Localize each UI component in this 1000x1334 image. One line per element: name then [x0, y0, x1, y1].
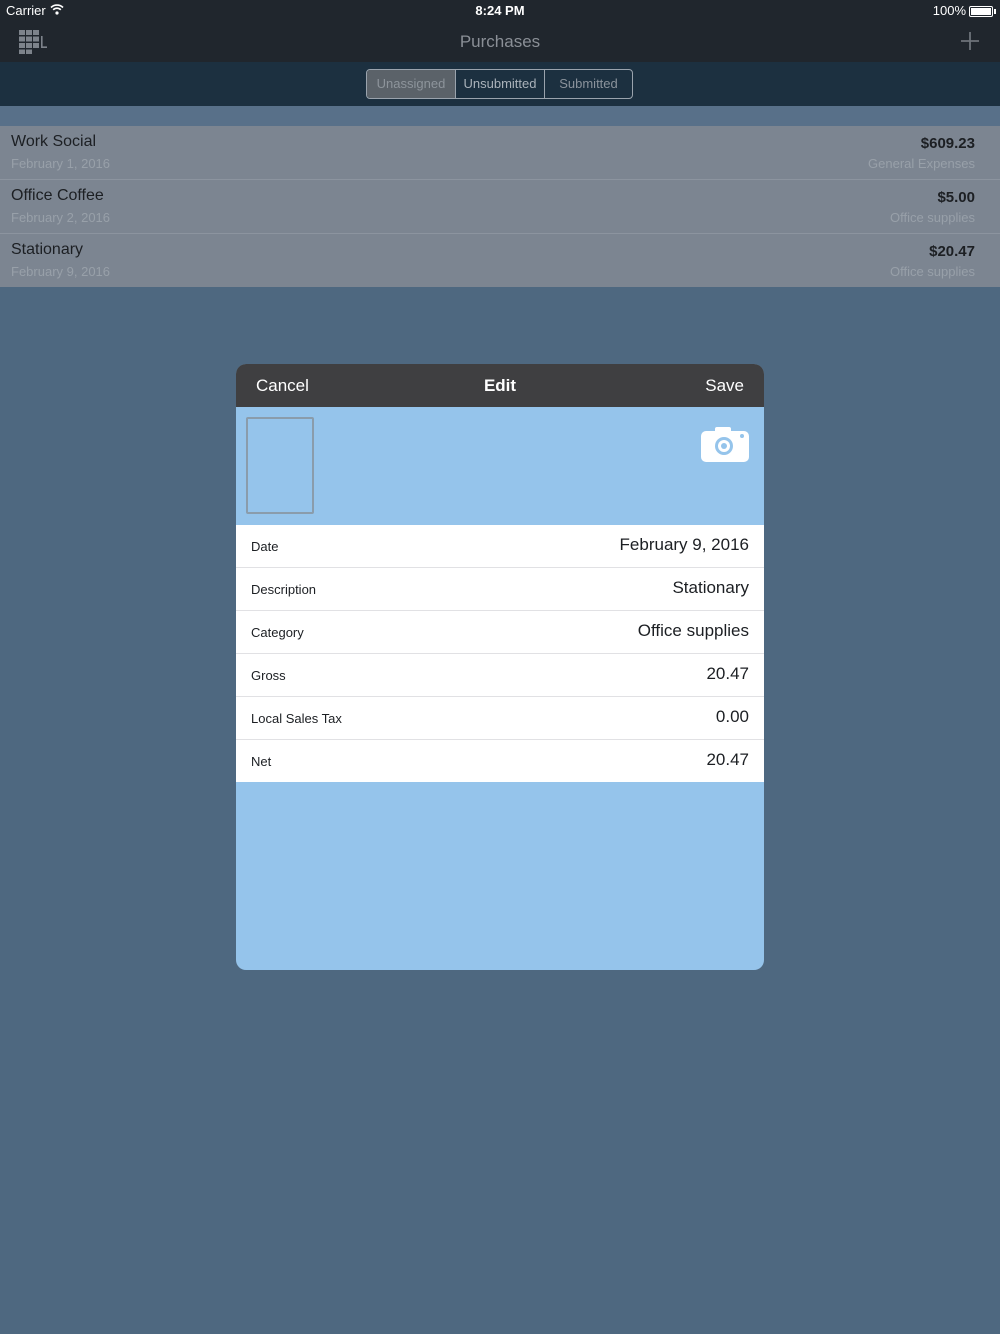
purchase-category: Office supplies: [889, 264, 975, 279]
segment-submitted[interactable]: Submitted: [544, 70, 632, 98]
add-icon[interactable]: [960, 31, 980, 51]
purchase-date: February 2, 2016: [11, 210, 111, 225]
description-label: Description: [251, 582, 317, 597]
form-row-gross[interactable]: Gross 20.47: [236, 653, 764, 696]
purchase-title: Work Social: [11, 133, 97, 150]
category-label: Category: [251, 625, 304, 640]
sales-tax-label: Local Sales Tax: [251, 711, 342, 726]
purchase-amount: $20.47: [929, 243, 975, 260]
purchase-date: February 1, 2016: [11, 156, 111, 171]
date-label: Date: [251, 539, 279, 554]
form-row-sales-tax[interactable]: Local Sales Tax 0.00: [236, 696, 764, 739]
segment-unsubmitted[interactable]: Unsubmitted: [455, 70, 544, 98]
status-bar: Carrier 8:24 PM 100%: [0, 0, 1000, 22]
gross-field[interactable]: 20.47: [706, 664, 749, 684]
purchase-amount: $609.23: [920, 135, 975, 152]
nav-bar: Purchases: [0, 22, 1000, 62]
purchase-list: Work Social February 1, 2016 $609.23 Gen…: [0, 126, 1000, 287]
category-field[interactable]: Office supplies: [638, 621, 749, 641]
purchase-title: Office Coffee: [11, 187, 104, 204]
save-button[interactable]: Save: [705, 376, 744, 396]
list-item[interactable]: Stationary February 9, 2016 $20.47 Offic…: [0, 233, 1000, 287]
purchase-category: Office supplies: [889, 210, 975, 225]
segmented-control: Unassigned Unsubmitted Submitted: [366, 69, 633, 99]
modal-title: Edit: [483, 376, 517, 395]
receipt-thumbnail[interactable]: [246, 417, 314, 514]
description-field[interactable]: Stationary: [672, 578, 749, 598]
form-row-description[interactable]: Description Stationary: [236, 567, 764, 610]
receipt-photo-area: [236, 407, 764, 525]
purchase-date: February 9, 2016: [11, 264, 111, 279]
list-item[interactable]: Office Coffee February 2, 2016 $5.00 Off…: [0, 179, 1000, 233]
form-row-category[interactable]: Category Office supplies: [236, 610, 764, 653]
purchase-category: General Expenses: [868, 156, 975, 171]
purchase-amount: $5.00: [937, 189, 975, 206]
page-title: Purchases: [459, 32, 541, 51]
list-spacer: [0, 106, 1000, 126]
form-row-net[interactable]: Net 20.47: [236, 739, 764, 782]
battery-percent: 100%: [932, 3, 966, 18]
sales-tax-field[interactable]: 0.00: [716, 707, 749, 727]
filter-bar: Unassigned Unsubmitted Submitted: [0, 62, 1000, 106]
form-row-date[interactable]: Date February 9, 2016: [236, 525, 764, 567]
list-item[interactable]: Work Social February 1, 2016 $609.23 Gen…: [0, 126, 1000, 179]
net-label: Net: [251, 754, 272, 769]
edit-form: Date February 9, 2016 Description Statio…: [236, 525, 764, 782]
camera-icon[interactable]: [700, 425, 750, 465]
date-field[interactable]: February 9, 2016: [620, 535, 749, 555]
purchase-title: Stationary: [11, 241, 84, 258]
clock: 8:24 PM: [475, 3, 525, 18]
battery-icon: [969, 6, 996, 17]
edit-modal: Cancel Edit Save Date February 9, 2016 D…: [236, 364, 764, 970]
cancel-button[interactable]: Cancel: [256, 376, 309, 396]
net-field[interactable]: 20.47: [706, 750, 749, 770]
gross-label: Gross: [251, 668, 286, 683]
modal-header: Cancel Edit Save: [236, 364, 764, 407]
segment-unassigned[interactable]: Unassigned: [367, 70, 455, 98]
